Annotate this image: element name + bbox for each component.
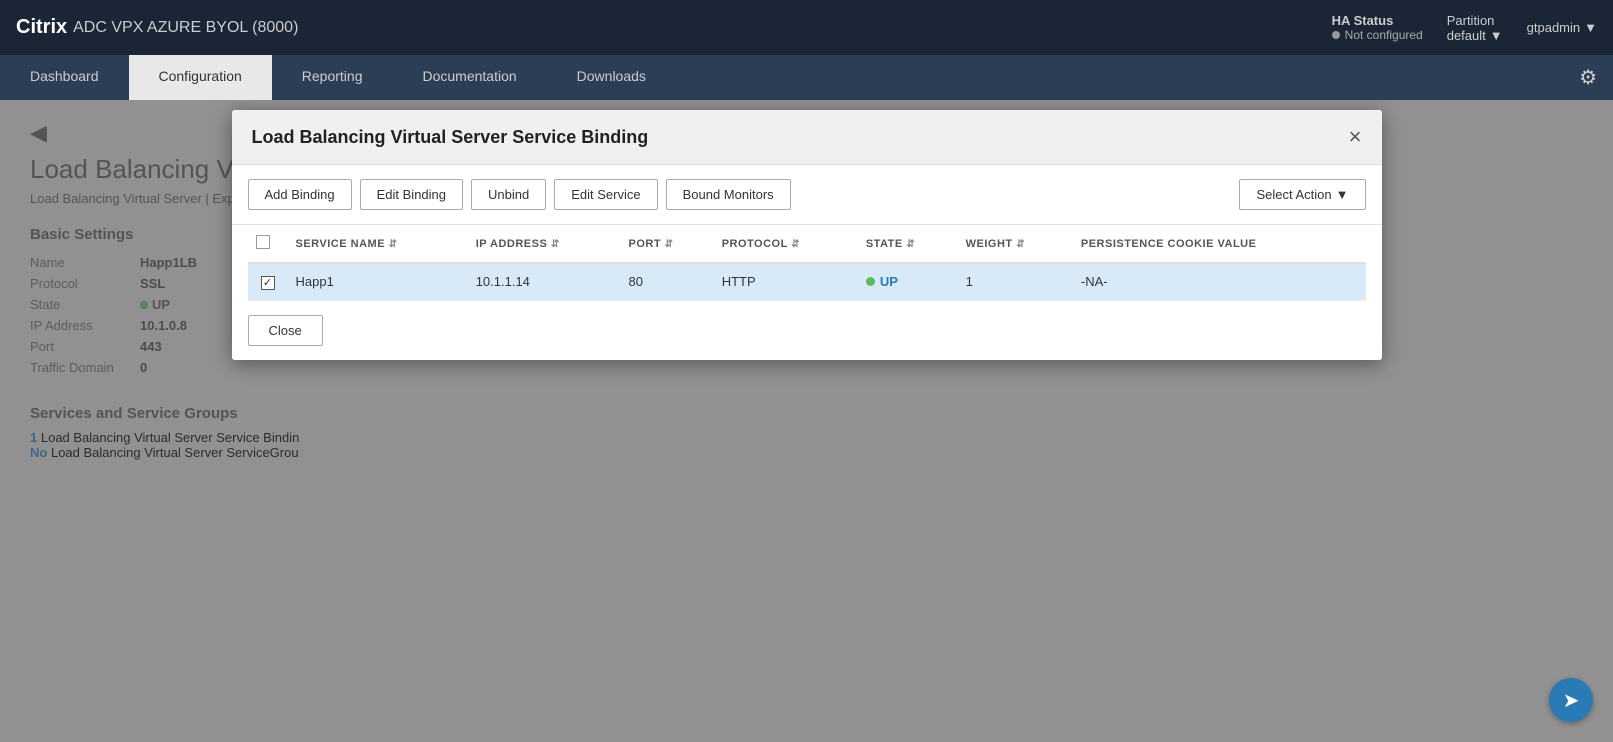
modal-toolbar: Add Binding Edit Binding Unbind Edit Ser… <box>232 165 1382 225</box>
ha-dot-icon <box>1332 31 1340 39</box>
row-weight: 1 <box>958 263 1073 300</box>
col-checkbox <box>248 225 288 263</box>
ha-status-sub: Not configured <box>1332 28 1423 42</box>
sort-service-name-icon[interactable]: ⇵ <box>389 239 398 250</box>
bindings-table: SERVICE NAME ⇵ IP ADDRESS ⇵ PORT ⇵ <box>248 225 1366 301</box>
ha-status-value: Not configured <box>1345 28 1423 42</box>
ha-status-title: HA Status <box>1332 13 1394 28</box>
sort-port-icon[interactable]: ⇵ <box>665 239 674 250</box>
row-state: UP <box>858 263 958 300</box>
select-action-chevron-icon: ▼ <box>1336 187 1349 202</box>
sort-protocol-icon[interactable]: ⇵ <box>791 239 800 250</box>
sort-ip-address-icon[interactable]: ⇵ <box>551 239 560 250</box>
row-checkbox-cell <box>248 263 288 300</box>
modal-header: Load Balancing Virtual Server Service Bi… <box>232 110 1382 165</box>
settings-icon[interactable]: ⚙ <box>1563 55 1613 100</box>
select-action-dropdown[interactable]: Select Action ▼ <box>1239 179 1365 210</box>
row-checkbox[interactable] <box>261 276 275 290</box>
col-persistence-cookie: PERSISTENCE COOKIE VALUE <box>1073 225 1366 263</box>
modal-overlay: Load Balancing Virtual Server Service Bi… <box>0 100 1613 742</box>
col-port: PORT ⇵ <box>621 225 714 263</box>
col-service-name: SERVICE NAME ⇵ <box>288 225 468 263</box>
row-persistence-cookie: -NA- <box>1073 263 1366 300</box>
tab-configuration[interactable]: Configuration <box>129 55 272 100</box>
row-ip-address: 10.1.1.14 <box>468 263 621 300</box>
modal-footer: Close <box>232 301 1382 360</box>
state-up-dot-icon <box>866 277 875 286</box>
close-button[interactable]: Close <box>248 315 323 346</box>
user-chevron-icon: ▼ <box>1584 20 1597 35</box>
select-all-checkbox[interactable] <box>256 235 270 249</box>
username-label: gtpadmin <box>1527 20 1580 35</box>
fab-icon: ➤ <box>1563 688 1580 713</box>
partition-label: Partition <box>1447 13 1495 28</box>
tab-downloads[interactable]: Downloads <box>547 55 676 100</box>
partition-chevron-icon: ▼ <box>1490 28 1503 43</box>
modal-close-button[interactable]: × <box>1349 126 1362 148</box>
topbar: Citrix ADC VPX AZURE BYOL (8000) HA Stat… <box>0 0 1613 55</box>
table-body: Happ1 10.1.1.14 80 HTTP UP 1 <box>248 263 1366 300</box>
fab-button[interactable]: ➤ <box>1549 678 1593 722</box>
modal-table-wrap: SERVICE NAME ⇵ IP ADDRESS ⇵ PORT ⇵ <box>232 225 1382 301</box>
tab-reporting[interactable]: Reporting <box>272 55 393 100</box>
table-header: SERVICE NAME ⇵ IP ADDRESS ⇵ PORT ⇵ <box>248 225 1366 263</box>
col-ip-address: IP ADDRESS ⇵ <box>468 225 621 263</box>
table-row[interactable]: Happ1 10.1.1.14 80 HTTP UP 1 <box>248 263 1366 300</box>
partition-info: Partition default ▼ <box>1447 13 1503 43</box>
state-up-cell: UP <box>866 274 950 289</box>
col-weight: WEIGHT ⇵ <box>958 225 1073 263</box>
add-binding-button[interactable]: Add Binding <box>248 179 352 210</box>
modal-dialog: Load Balancing Virtual Server Service Bi… <box>232 110 1382 360</box>
row-service-name: Happ1 <box>288 263 468 300</box>
brand-area: Citrix ADC VPX AZURE BYOL (8000) <box>16 16 298 39</box>
col-protocol: PROTOCOL ⇵ <box>714 225 858 263</box>
select-action-label: Select Action <box>1256 187 1331 202</box>
brand-rest: ADC VPX AZURE BYOL (8000) <box>73 19 298 37</box>
user-menu[interactable]: gtpadmin ▼ <box>1527 20 1597 35</box>
modal-title: Load Balancing Virtual Server Service Bi… <box>252 127 649 148</box>
tab-documentation[interactable]: Documentation <box>392 55 546 100</box>
topbar-right: HA Status Not configured Partition defau… <box>1332 13 1597 43</box>
edit-binding-button[interactable]: Edit Binding <box>360 179 463 210</box>
tab-dashboard[interactable]: Dashboard <box>0 55 129 100</box>
brand-citrix: Citrix <box>16 16 67 39</box>
main-content: ◀ Load Balancing Virtual Load Balancing … <box>0 100 1613 742</box>
unbind-button[interactable]: Unbind <box>471 179 546 210</box>
sort-weight-icon[interactable]: ⇵ <box>1016 239 1025 250</box>
bound-monitors-button[interactable]: Bound Monitors <box>666 179 791 210</box>
edit-service-button[interactable]: Edit Service <box>554 179 657 210</box>
partition-value[interactable]: default ▼ <box>1447 28 1503 43</box>
row-protocol: HTTP <box>714 263 858 300</box>
sort-state-icon[interactable]: ⇵ <box>906 239 915 250</box>
row-port: 80 <box>621 263 714 300</box>
ha-status: HA Status Not configured <box>1332 13 1423 42</box>
navtabs: Dashboard Configuration Reporting Docume… <box>0 55 1613 100</box>
col-state: STATE ⇵ <box>858 225 958 263</box>
